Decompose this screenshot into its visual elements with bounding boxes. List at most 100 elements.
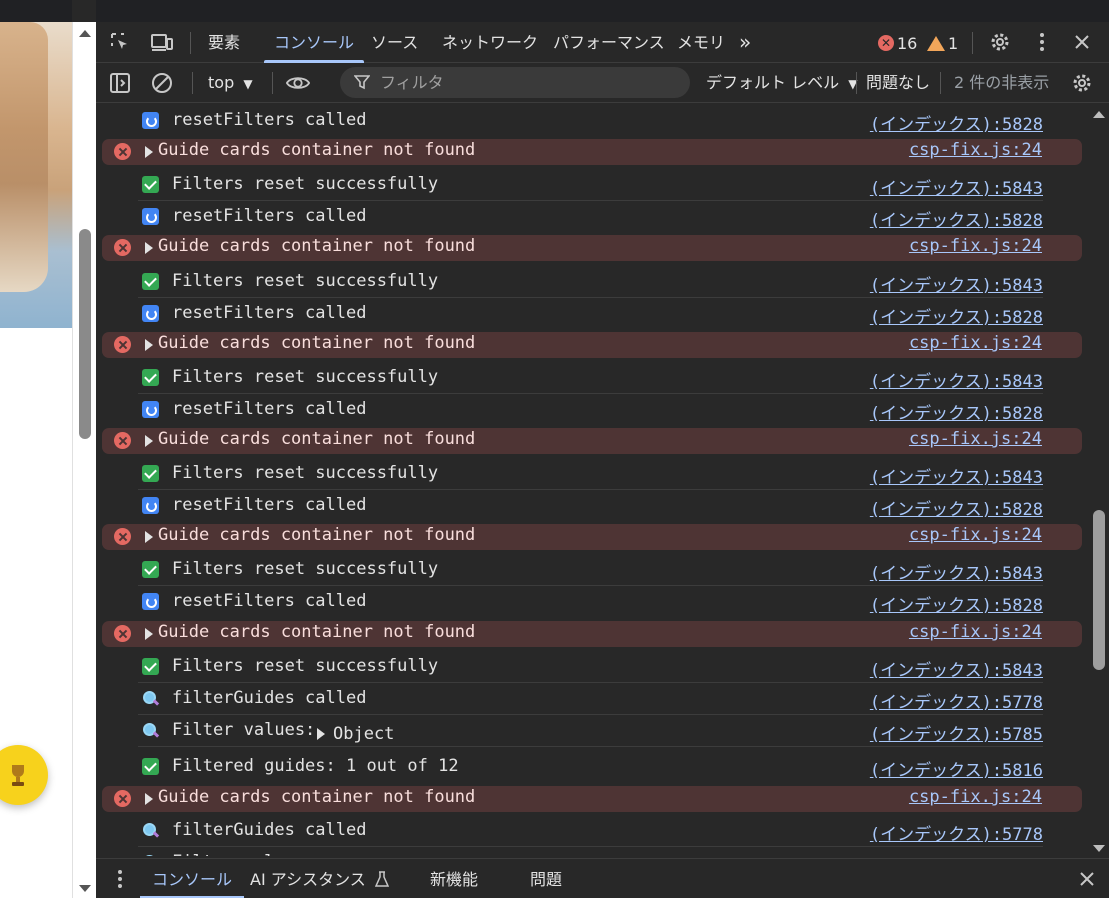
settings-gear-icon[interactable]	[988, 30, 1012, 54]
console-error-row[interactable]: Guide cards container not found csp-fix.j…	[102, 332, 1082, 358]
drawer-tab-issues[interactable]: 問題	[530, 859, 562, 898]
scroll-down-arrow[interactable]	[79, 885, 91, 892]
expand-triangle-icon[interactable]	[145, 339, 153, 351]
log-source-link[interactable]: (インデックス):5843	[870, 463, 1043, 488]
scroll-up-arrow[interactable]	[79, 30, 91, 37]
log-message: Guide cards container not found	[158, 525, 476, 545]
log-source-link[interactable]: csp-fix.js:24	[909, 333, 1042, 353]
log-object-preview[interactable]: Object	[317, 724, 394, 744]
log-levels-dropdown[interactable]: デフォルト レベル ▼	[706, 71, 857, 95]
trophy-icon	[12, 765, 24, 786]
console-log-row[interactable]: Filtered guides: 1 out of 12 (インデックス):581…	[96, 751, 1089, 783]
device-toolbar-icon[interactable]	[150, 30, 174, 54]
log-source-link[interactable]: (インデックス):5778	[870, 820, 1043, 845]
tab-network[interactable]: ネットワーク	[442, 22, 538, 63]
error-icon	[114, 432, 131, 449]
console-error-row[interactable]: Guide cards container not found csp-fix.j…	[102, 786, 1082, 812]
scroll-up-arrow[interactable]	[1093, 111, 1105, 118]
trophy-fab-button[interactable]	[0, 745, 48, 805]
expand-triangle-icon[interactable]	[317, 728, 325, 740]
tab-sources[interactable]: ソース	[371, 22, 418, 63]
scrollbar-thumb[interactable]	[1093, 510, 1105, 670]
console-log-row[interactable]: Filters reset successfully (インデックス):5843	[96, 458, 1089, 490]
close-drawer-icon[interactable]	[1075, 867, 1099, 891]
refresh-icon	[142, 208, 159, 225]
log-source-link[interactable]: csp-fix.js:24	[909, 787, 1042, 807]
expand-triangle-icon[interactable]	[145, 628, 153, 640]
console-error-row[interactable]: Guide cards container not found csp-fix.j…	[102, 235, 1082, 261]
scroll-down-arrow[interactable]	[1093, 845, 1105, 852]
console-log-row[interactable]: filterGuides called (インデックス):5778	[96, 683, 1089, 715]
tab-elements[interactable]: 要素	[208, 22, 240, 63]
clear-console-icon[interactable]	[150, 71, 174, 95]
log-source-link[interactable]: (インデックス):5828	[870, 110, 1043, 135]
close-devtools-icon[interactable]	[1070, 30, 1094, 54]
log-source-link[interactable]: csp-fix.js:24	[909, 622, 1042, 642]
expand-triangle-icon[interactable]	[145, 435, 153, 447]
console-log-row[interactable]: Filter values: Object (インデックス):5785	[96, 715, 1089, 747]
log-source-link[interactable]: (インデックス):5843	[870, 559, 1043, 584]
console-error-row[interactable]: Guide cards container not found csp-fix.j…	[102, 524, 1082, 550]
log-source-link[interactable]: (インデックス):5816	[870, 756, 1043, 781]
console-log-row[interactable]: resetFilters called (インデックス):5828	[96, 105, 1089, 137]
scrollbar-thumb[interactable]	[79, 229, 91, 439]
console-log-row[interactable]: Filters reset successfully (インデックス):5843	[96, 169, 1089, 201]
log-source-link[interactable]: (インデックス):5828	[870, 591, 1043, 616]
expand-triangle-icon[interactable]	[145, 793, 153, 805]
console-log-row[interactable]: Filters reset successfully (インデックス):5843	[96, 651, 1089, 683]
inspect-element-icon[interactable]	[108, 30, 132, 54]
error-counter[interactable]: ✕ 16	[878, 32, 917, 54]
log-source-link[interactable]: (インデックス):5843	[870, 656, 1043, 681]
console-log-row[interactable]: resetFilters called (インデックス):5828	[96, 394, 1089, 426]
tab-memory[interactable]: メモリ	[677, 22, 725, 63]
check-icon	[142, 561, 159, 578]
console-log-row[interactable]: filterGuides called (インデックス):5778	[96, 815, 1089, 847]
log-source-link[interactable]: (インデックス):5828	[870, 206, 1043, 231]
log-source-link[interactable]: (インデックス):5828	[870, 399, 1043, 424]
live-expression-eye-icon[interactable]	[286, 71, 310, 95]
log-source-link[interactable]: (インデックス):5778	[870, 688, 1043, 713]
log-source-link[interactable]: csp-fix.js:24	[909, 236, 1042, 256]
warning-counter[interactable]: 1	[927, 32, 958, 54]
log-source-link[interactable]: (インデックス):5843	[870, 367, 1043, 392]
drawer-tab-whats-new[interactable]: 新機能	[430, 859, 478, 898]
console-settings-gear-icon[interactable]	[1070, 71, 1094, 95]
drawer-menu-kebab-icon[interactable]	[108, 867, 132, 891]
console-log-row[interactable]: resetFilters called (インデックス):5828	[96, 490, 1089, 522]
console-log-row[interactable]: Filters reset successfully (インデックス):5843	[96, 266, 1089, 298]
console-scrollbar[interactable]	[1089, 103, 1109, 856]
log-source-link[interactable]: (インデックス):5785	[870, 720, 1043, 745]
issues-button[interactable]: 問題なし	[866, 71, 930, 95]
console-log-row[interactable]: Filters reset successfully (インデックス):5843	[96, 362, 1089, 394]
console-error-row[interactable]: Guide cards container not found csp-fix.j…	[102, 428, 1082, 454]
sidebar-toggle-icon[interactable]	[108, 71, 132, 95]
log-source-link[interactable]: csp-fix.js:24	[909, 140, 1042, 160]
kebab-menu-icon[interactable]	[1030, 30, 1054, 54]
log-source-link[interactable]: (インデックス):5843	[870, 271, 1043, 296]
context-selector[interactable]: top ▼	[208, 71, 253, 95]
console-log-row[interactable]: resetFilters called (インデックス):5828	[96, 298, 1089, 330]
drawer-tab-ai-assistance[interactable]: AI アシスタンス	[250, 859, 390, 898]
console-log-row[interactable]: resetFilters called (インデックス):5828	[96, 586, 1089, 618]
log-source-link[interactable]: csp-fix.js:24	[909, 525, 1042, 545]
expand-triangle-icon[interactable]	[145, 146, 153, 158]
console-log-row[interactable]: Filters reset successfully (インデックス):5843	[96, 554, 1089, 586]
console-log-row[interactable]: Filter values: (インデックス):5785	[96, 847, 1089, 856]
filter-input[interactable]	[380, 71, 680, 94]
tab-console[interactable]: コンソール	[263, 22, 365, 63]
log-source-link[interactable]: (インデックス):5828	[870, 495, 1043, 520]
log-source-link[interactable]: csp-fix.js:24	[909, 429, 1042, 449]
page-scrollbar[interactable]	[72, 22, 96, 898]
console-log-row[interactable]: resetFilters called (インデックス):5828	[96, 201, 1089, 233]
expand-triangle-icon[interactable]	[145, 531, 153, 543]
more-tabs-chevron-icon[interactable]: »	[739, 22, 751, 63]
console-error-row[interactable]: Guide cards container not found csp-fix.j…	[102, 621, 1082, 647]
log-source-link[interactable]: (インデックス):5785	[870, 852, 1043, 856]
console-error-row[interactable]: Guide cards container not found csp-fix.j…	[102, 139, 1082, 165]
log-source-link[interactable]: (インデックス):5843	[870, 174, 1043, 199]
expand-triangle-icon[interactable]	[145, 242, 153, 254]
tab-performance[interactable]: パフォーマンス	[553, 22, 665, 63]
log-source-link[interactable]: (インデックス):5828	[870, 303, 1043, 328]
drawer-tab-console[interactable]: コンソール	[139, 859, 245, 898]
browser-top-edge	[0, 0, 72, 22]
